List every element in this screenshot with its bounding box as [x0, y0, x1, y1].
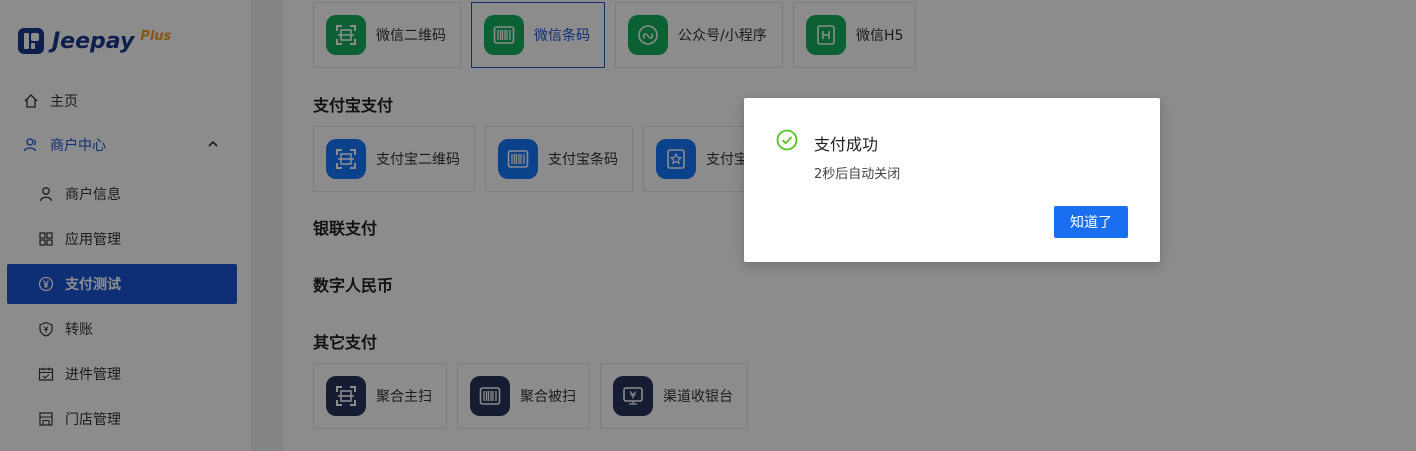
modal-title: 支付成功 [814, 135, 879, 154]
modal-content: 2秒后自动关闭 [814, 167, 901, 182]
modal-ok-button[interactable]: 知道了 [1054, 206, 1128, 238]
check-circle-icon [776, 129, 798, 151]
modal-mask[interactable] [0, 0, 1416, 451]
success-modal: 支付成功 2秒后自动关闭 知道了 [744, 98, 1160, 262]
